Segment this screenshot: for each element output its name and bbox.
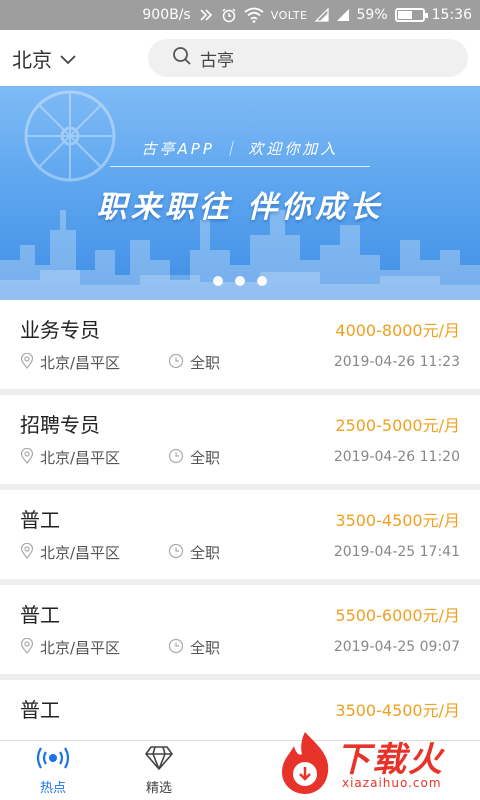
job-title: 业务专员 bbox=[20, 318, 100, 342]
wifi-icon bbox=[244, 7, 264, 23]
signal-icon-1 bbox=[314, 8, 329, 22]
job-date: 2019-04-25 09:07 bbox=[333, 639, 460, 655]
diamond-icon bbox=[144, 745, 174, 775]
job-salary: 3500-4500元/月 bbox=[335, 511, 460, 530]
location-pin-icon bbox=[20, 352, 34, 373]
tab-featured[interactable]: 精选 bbox=[106, 741, 212, 800]
top-bar: 北京 古亭 bbox=[0, 30, 480, 86]
job-list: 业务专员 4000-8000元/月 北京/昌平区 全职 2019-04-26 1… bbox=[0, 300, 480, 775]
city-selector[interactable]: 北京 bbox=[12, 44, 148, 73]
carousel-dot[interactable] bbox=[213, 276, 223, 286]
chevron-down-icon bbox=[60, 46, 76, 70]
broadcast-icon bbox=[36, 745, 70, 775]
carousel-indicator bbox=[0, 276, 480, 286]
banner-carousel[interactable]: 古亭APP ｜ 欢迎你加入 职来职往 伴你成长 bbox=[0, 86, 480, 300]
job-type: 全职 bbox=[190, 544, 221, 562]
job-title: 招聘专员 bbox=[20, 413, 100, 437]
carousel-dot[interactable] bbox=[257, 276, 267, 286]
clock-icon bbox=[168, 448, 184, 468]
city-label: 北京 bbox=[12, 47, 52, 72]
banner-divider bbox=[110, 166, 370, 167]
carousel-dot[interactable] bbox=[235, 276, 245, 286]
job-location: 北京/昌平区 bbox=[40, 449, 121, 467]
job-date: 2019-04-25 17:41 bbox=[333, 544, 460, 560]
watermark-logo: 下载火 xiazaihuo.com bbox=[276, 728, 476, 798]
job-date: 2019-04-26 11:20 bbox=[333, 449, 460, 465]
flame-logo-icon bbox=[282, 732, 329, 794]
alarm-icon bbox=[221, 7, 237, 23]
job-salary: 3500-4500元/月 bbox=[335, 701, 460, 720]
job-type: 全职 bbox=[190, 639, 221, 657]
status-bar: 900B/s VOLTE 59% 15:36 bbox=[0, 0, 480, 30]
banner-title: 职来职往 伴你成长 bbox=[96, 190, 384, 225]
search-icon bbox=[172, 46, 192, 71]
location-pin-icon bbox=[20, 637, 34, 658]
job-location: 北京/昌平区 bbox=[40, 354, 121, 372]
job-salary: 5500-6000元/月 bbox=[335, 606, 460, 625]
location-pin-icon bbox=[20, 447, 34, 468]
volte-indicator: VOLTE bbox=[270, 8, 308, 22]
clock-icon bbox=[168, 638, 184, 658]
banner-subtitle: 古亭APP ｜ 欢迎你加入 bbox=[141, 140, 339, 158]
nfc-icon bbox=[198, 7, 214, 23]
clock-icon bbox=[168, 353, 184, 373]
job-salary: 2500-5000元/月 bbox=[335, 416, 460, 435]
job-salary: 4000-8000元/月 bbox=[335, 321, 460, 340]
job-type: 全职 bbox=[190, 449, 221, 467]
clock-icon bbox=[168, 543, 184, 563]
battery-percent: 59% bbox=[356, 7, 388, 23]
job-card[interactable]: 招聘专员 2500-5000元/月 北京/昌平区 全职 2019-04-26 1… bbox=[0, 395, 480, 484]
job-type: 全职 bbox=[190, 354, 221, 372]
job-title: 普工 bbox=[20, 508, 60, 532]
job-date: 2019-04-26 11:23 bbox=[333, 354, 460, 370]
job-location: 北京/昌平区 bbox=[40, 639, 121, 657]
tab-hot[interactable]: 热点 bbox=[0, 741, 106, 800]
clock: 15:36 bbox=[431, 7, 472, 23]
job-card[interactable]: 普工 5500-6000元/月 北京/昌平区 全职 2019-04-25 09:… bbox=[0, 585, 480, 674]
network-speed: 900B/s bbox=[142, 7, 191, 23]
job-card[interactable]: 业务专员 4000-8000元/月 北京/昌平区 全职 2019-04-26 1… bbox=[0, 300, 480, 389]
job-title: 普工 bbox=[20, 603, 60, 627]
job-card[interactable]: 普工 3500-4500元/月 北京/昌平区 全职 2019-04-25 17:… bbox=[0, 490, 480, 579]
job-location: 北京/昌平区 bbox=[40, 544, 121, 562]
tab-featured-label: 精选 bbox=[145, 781, 172, 796]
location-pin-icon bbox=[20, 542, 34, 563]
tab-hot-label: 热点 bbox=[39, 781, 66, 796]
signal-icon-2 bbox=[336, 8, 350, 22]
search-value: 古亭 bbox=[200, 50, 234, 71]
search-input[interactable]: 古亭 bbox=[148, 39, 468, 77]
battery-icon bbox=[394, 8, 428, 22]
watermark-text: 下载火 bbox=[336, 740, 444, 780]
job-title: 普工 bbox=[20, 698, 60, 722]
watermark-url: xiazaihuo.com bbox=[342, 776, 442, 790]
